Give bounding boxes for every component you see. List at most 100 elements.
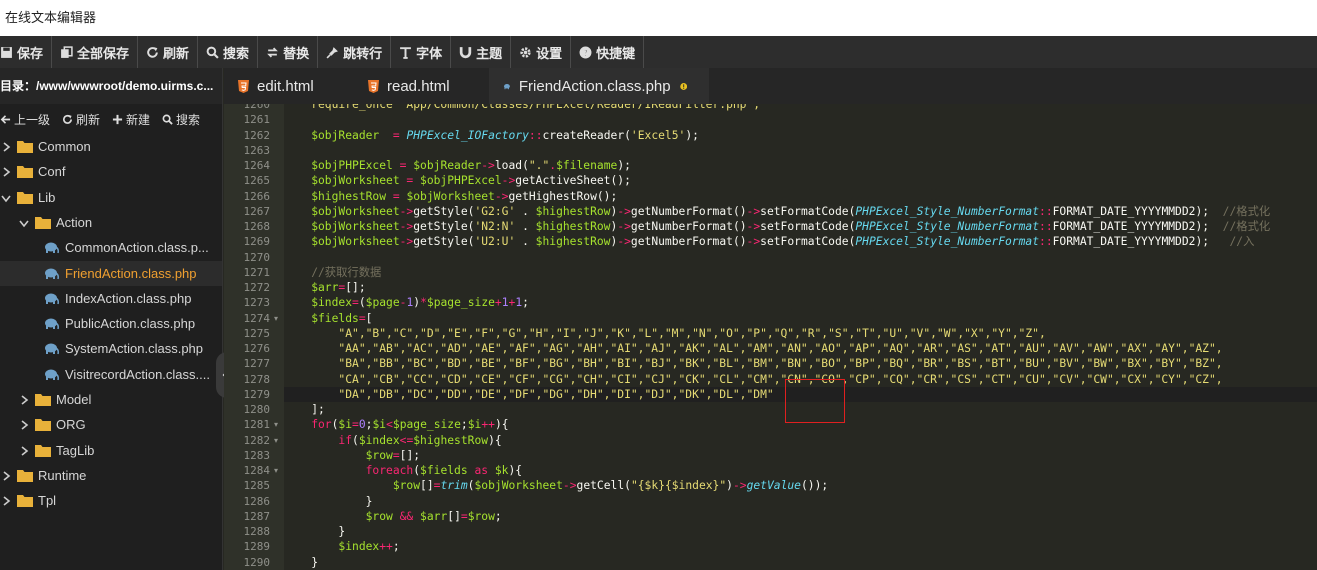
code-token: . xyxy=(515,220,536,233)
code-token: = xyxy=(392,159,414,172)
line-number: 1272 xyxy=(243,281,271,294)
code-token: } xyxy=(284,494,373,508)
fold-toggle-icon[interactable]: ▾ xyxy=(274,466,278,475)
code-token: getStyle( xyxy=(413,204,475,218)
explorer-action-3[interactable]: 搜索 xyxy=(162,111,200,128)
goto-button[interactable]: 跳转行 xyxy=(326,36,392,68)
folder-icon xyxy=(17,166,33,179)
fold-toggle-icon[interactable]: ▾ xyxy=(274,436,278,445)
tree-folder[interactable]: Runtime xyxy=(0,463,222,488)
line-number: 1270 xyxy=(243,250,271,264)
code-token: 'U2:U' xyxy=(474,235,516,249)
tree-folder[interactable]: TagLib xyxy=(0,438,222,463)
code-line: $row && $arr[]=$row; xyxy=(284,509,502,524)
code-token: * xyxy=(420,296,427,310)
code-token: -> xyxy=(399,220,414,233)
code-token: :: xyxy=(528,128,543,142)
tab-2[interactable]: FriendAction.class.php xyxy=(489,68,709,104)
toolbar: 保存 全部保存 刷新 搜索 替换 跳转行 字体 主题 设置? 快捷键 xyxy=(0,36,1317,68)
code-token: 1 xyxy=(501,296,509,310)
chevron-right-icon xyxy=(3,496,11,506)
tree-folder[interactable]: Common xyxy=(0,134,222,159)
help-icon: ? xyxy=(579,46,592,59)
code-line: if($index<=$highestRow){ xyxy=(284,433,501,448)
directory-path: 目录：/www/wwwroot/demo.uirms.c... xyxy=(0,68,222,104)
code-line: $objPHPExcel = $objReader->load(".".$fil… xyxy=(284,158,631,173)
tree-file[interactable]: PublicAction.class.php xyxy=(0,311,222,336)
tree-folder[interactable]: Conf xyxy=(0,159,222,184)
fold-toggle-icon[interactable]: ▾ xyxy=(274,314,278,323)
code-token: ++ xyxy=(481,418,495,432)
chevron-right-icon xyxy=(21,420,29,430)
shortcuts-button[interactable]: ? 快捷键 xyxy=(579,36,645,68)
line-number: 1265 xyxy=(243,174,271,188)
code-token: trim xyxy=(440,479,468,493)
code-area[interactable]: require_once 'App/Common/Classes/PHPExce… xyxy=(284,104,1317,570)
code-token: if xyxy=(284,433,353,447)
code-line: "BA","BB","BC","BD","BE","BF","BG","BH",… xyxy=(284,356,1223,371)
code-token: PHPExcel_Style_NumberFormat xyxy=(855,204,1040,218)
tree-file[interactable]: SystemAction.class.php xyxy=(0,336,222,361)
code-editor[interactable]: 1260 1261 1262 1263 1264 1265 1266 1267 1268 1269… xyxy=(224,104,1317,570)
save-all-button[interactable]: 全部保存 xyxy=(60,36,139,68)
php-elephant-icon xyxy=(45,293,59,304)
tree-file[interactable]: VisitrecordAction.class.... xyxy=(0,362,222,387)
explorer-action-2[interactable]: 新建 xyxy=(112,111,150,128)
tree-item-label: Action xyxy=(56,214,93,230)
code-token: $objPHPExcel xyxy=(284,159,393,172)
tree-file[interactable]: IndexAction.class.php xyxy=(0,286,222,311)
code-token: createReader( xyxy=(542,128,631,142)
code-token: [] xyxy=(420,479,434,493)
tree-file[interactable]: FriendAction.class.php xyxy=(0,260,222,286)
tree-item-label: Conf xyxy=(38,164,66,180)
folder-icon xyxy=(17,469,33,482)
code-token: //格式化 xyxy=(1222,220,1271,233)
replace-button[interactable]: 替换 xyxy=(266,36,319,68)
code-token: = xyxy=(460,509,468,523)
line-number: 1273 xyxy=(243,296,271,310)
code-token: ){ xyxy=(508,464,523,477)
folder-icon xyxy=(17,191,33,204)
code-token: $highestRow xyxy=(535,235,611,249)
line-number: 1275 xyxy=(243,326,271,340)
code-token: -> xyxy=(746,204,761,218)
fold-toggle-icon[interactable]: ▾ xyxy=(274,420,278,429)
window-title: 在线文本编辑器 xyxy=(0,0,1317,36)
code-token: getActiveSheet(); xyxy=(515,174,631,188)
code-line: //获取行数据 xyxy=(284,265,381,280)
explorer-action-label: 搜索 xyxy=(176,112,201,127)
folder-icon xyxy=(35,444,51,457)
code-token: $arr xyxy=(420,509,448,523)
tab-1[interactable]: read.html xyxy=(354,68,489,104)
refresh-button[interactable]: 刷新 xyxy=(146,36,199,68)
code-token: "BA","BB","BC","BD","BE","BF","BG","BH",… xyxy=(284,357,1223,371)
explorer-action-1[interactable]: 刷新 xyxy=(62,111,100,128)
tree-folder[interactable]: Model xyxy=(0,387,222,412)
code-token: setFormatCode( xyxy=(760,204,856,218)
tree-folder[interactable]: Tpl xyxy=(0,488,222,513)
tree-folder[interactable]: ORG xyxy=(0,412,222,437)
font-button[interactable]: 字体 xyxy=(399,36,452,68)
php-elephant-icon xyxy=(45,369,59,380)
code-token: FORMAT_DATE_YYYYMMDD2); xyxy=(1052,235,1230,249)
code-token: $fields xyxy=(420,464,468,477)
code-token: $objWorksheet xyxy=(284,220,400,233)
plus-icon xyxy=(112,114,123,124)
tree-folder[interactable]: Action xyxy=(0,210,222,235)
search-button[interactable]: 搜索 xyxy=(206,36,259,68)
explorer-action-0[interactable]: 上一级 xyxy=(0,111,50,128)
code-token: getNumberFormat() xyxy=(630,235,747,249)
code-token: getNumberFormat() xyxy=(630,220,747,233)
save-button[interactable]: 保存 xyxy=(0,36,53,68)
code-token: $row xyxy=(284,448,393,462)
code-token: $objWorksheet xyxy=(284,204,400,218)
theme-button[interactable]: 主题 xyxy=(459,36,512,68)
settings-button[interactable]: 设置 xyxy=(519,36,572,68)
line-number: 1274 xyxy=(243,311,271,325)
code-token: "DA","DB","DC","DD","DE","DF","DG","DH",… xyxy=(284,387,774,401)
tree-file[interactable]: CommonAction.class.p... xyxy=(0,235,222,260)
code-token: $page_size xyxy=(426,296,495,310)
tab-0[interactable]: edit.html xyxy=(224,68,354,104)
tree-folder[interactable]: Lib xyxy=(0,185,222,210)
code-line: for($i=0;$i<$page_size;$i++){ xyxy=(284,417,508,432)
